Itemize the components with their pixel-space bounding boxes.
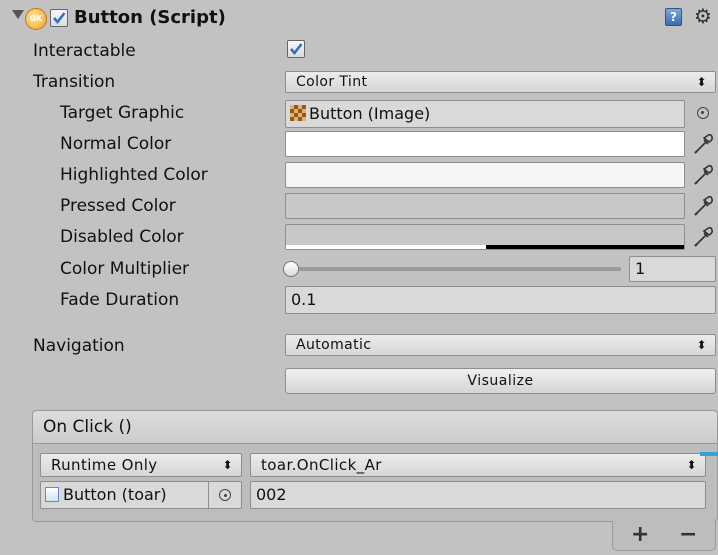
- color-multiplier-slider-track[interactable]: [291, 267, 621, 271]
- resize-handle[interactable]: [700, 452, 718, 456]
- dropdown-arrows-icon: ⬍: [222, 458, 233, 472]
- navigation-label: Navigation: [33, 336, 125, 356]
- dropdown-arrows-icon: ⬍: [696, 338, 707, 352]
- normal-color-swatch[interactable]: [285, 131, 685, 157]
- argument-input[interactable]: 002: [250, 481, 706, 509]
- target-object-value: Button (toar): [63, 485, 167, 504]
- target-graphic-field[interactable]: Button (Image): [285, 100, 685, 128]
- navigation-dropdown[interactable]: Automatic ⬍: [285, 334, 716, 356]
- eyedropper-icon[interactable]: [692, 225, 714, 249]
- pressed-color-swatch[interactable]: [285, 193, 685, 219]
- disabled-color-swatch[interactable]: [285, 224, 685, 250]
- color-multiplier-label: Color Multiplier: [60, 259, 190, 279]
- runtime-value: Runtime Only: [51, 456, 158, 474]
- pressed-color-label: Pressed Color: [60, 196, 176, 216]
- gear-icon[interactable]: ⚙: [694, 4, 712, 28]
- dropdown-arrows-icon: ⬍: [696, 75, 707, 89]
- color-multiplier-input[interactable]: 1: [629, 256, 716, 282]
- fade-duration-input[interactable]: 0.1: [285, 286, 716, 314]
- interactable-checkbox[interactable]: [287, 40, 305, 58]
- transition-value: Color Tint: [296, 74, 368, 90]
- visualize-button[interactable]: Visualize: [285, 368, 716, 394]
- highlighted-color-label: Highlighted Color: [60, 165, 208, 185]
- component-title: Button (Script): [74, 7, 226, 28]
- onclick-header: On Click (): [33, 411, 717, 444]
- eyedropper-icon[interactable]: [692, 132, 714, 156]
- list-footer: + −: [612, 521, 716, 551]
- target-graphic-label: Target Graphic: [60, 103, 185, 123]
- component-header[interactable]: OK Button (Script) ? ⚙: [0, 0, 718, 36]
- transition-dropdown[interactable]: Color Tint ⬍: [285, 71, 716, 93]
- runtime-dropdown[interactable]: Runtime Only ⬍: [40, 453, 242, 477]
- navigation-value: Automatic: [296, 337, 372, 353]
- alpha-bar-white: [286, 245, 486, 249]
- image-icon: [290, 105, 306, 121]
- script-ok-icon: OK: [25, 8, 47, 30]
- script-object-icon: [45, 487, 59, 502]
- eyedropper-icon[interactable]: [692, 163, 714, 187]
- fade-duration-label: Fade Duration: [60, 290, 180, 310]
- dropdown-arrows-icon: ⬍: [686, 458, 697, 472]
- highlighted-color-swatch[interactable]: [285, 162, 685, 188]
- onclick-header-label: On Click (): [43, 417, 132, 437]
- alpha-bar-black: [486, 245, 684, 249]
- object-picker-icon[interactable]: [208, 482, 241, 508]
- normal-color-label: Normal Color: [60, 134, 172, 154]
- target-object-field[interactable]: Button (toar): [40, 481, 242, 509]
- color-multiplier-slider-thumb[interactable]: [283, 261, 299, 277]
- function-value: toar.OnClick_Ar: [261, 456, 382, 474]
- disabled-color-label: Disabled Color: [60, 227, 184, 247]
- foldout-triangle-icon[interactable]: [12, 10, 24, 19]
- interactable-label: Interactable: [33, 41, 136, 61]
- remove-button[interactable]: −: [679, 522, 697, 548]
- add-button[interactable]: +: [631, 522, 649, 548]
- transition-label: Transition: [33, 72, 116, 92]
- object-picker-icon[interactable]: [697, 107, 709, 119]
- help-book-icon[interactable]: ?: [665, 8, 682, 26]
- eyedropper-icon[interactable]: [692, 194, 714, 218]
- component-enabled-checkbox[interactable]: [50, 9, 68, 27]
- function-dropdown[interactable]: toar.OnClick_Ar ⬍: [250, 453, 706, 477]
- target-graphic-value: Button (Image): [309, 104, 431, 123]
